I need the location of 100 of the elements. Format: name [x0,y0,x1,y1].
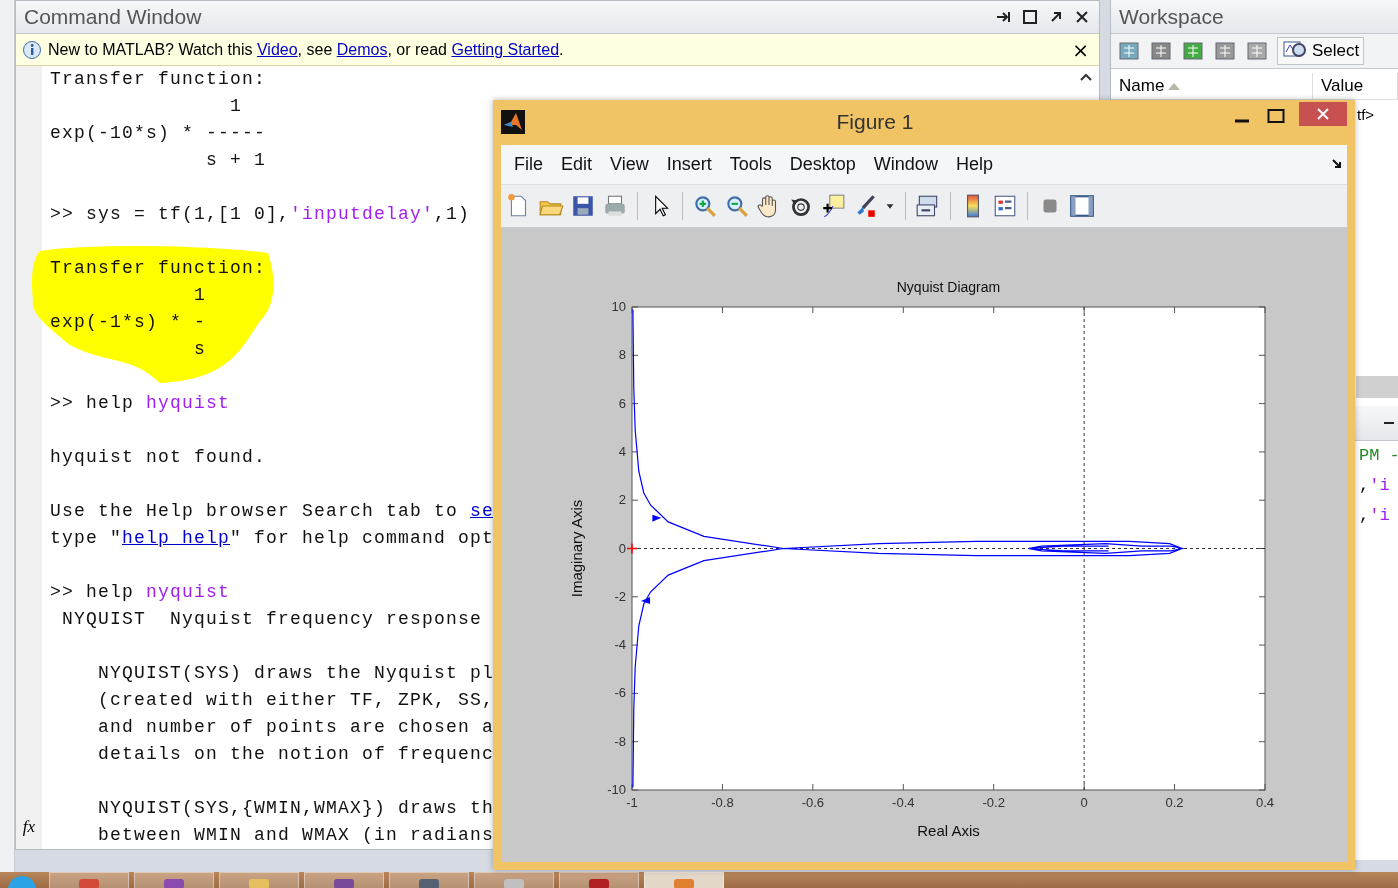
import-icon[interactable] [1181,39,1205,63]
y-tick-label: 8 [618,347,626,363]
taskbar-button[interactable] [304,872,384,888]
console-line: exp(-10*s) * ----- [49,122,267,145]
taskbar-button[interactable] [49,872,129,888]
console-line: >> help nyquist [49,581,231,604]
edit-icon[interactable] [1149,39,1173,63]
zoom-in-button[interactable] [692,193,718,220]
y-tick-label: -10 [607,782,626,797]
history-line[interactable]: PM - [1359,441,1398,471]
y-tick-label: 2 [618,492,626,508]
copy-icon[interactable] [1213,39,1237,63]
app-logo-icon [501,110,525,135]
zoom-out-button[interactable] [724,193,750,220]
console-line: NYQUIST Nyquist frequency response [61,608,483,631]
history-line[interactable]: ,'i [1359,471,1390,501]
menu-item[interactable]: View [601,154,658,175]
console-line: 1 [229,95,243,118]
console-line: (created with either TF, ZPK, SS, [97,689,495,712]
new-variable-icon[interactable] [1117,39,1141,63]
x-tick-label: -1 [626,795,638,810]
y-tick-label: 4 [618,443,626,459]
taskbar-button[interactable] [134,872,214,888]
y-tick-label: 6 [618,395,626,411]
banner-message: New to MATLAB? Watch this Video, see Demos, or read Getting Started. [48,40,565,59]
scroll-bar[interactable] [1356,376,1398,398]
console-line: Use the Help browser Search tab to se [49,500,495,523]
console-line: >> help hyquist [49,392,231,415]
console-line: hyquist not found. [49,446,267,469]
taskbar-button[interactable] [559,872,639,888]
console-line: NYQUIST(SYS) draws the Nyquist pl [97,662,495,685]
menu-item[interactable]: File [505,154,552,175]
close-icon [1315,106,1331,122]
console-line: type "help help" for help command opt [49,527,495,550]
menu-item[interactable]: Insert [657,154,721,175]
maximize-button[interactable] [1021,8,1039,27]
console-line: NYQUIST(SYS,{WMIN,WMAX}) draws th [97,797,495,820]
function-button[interactable]: fx [22,817,36,837]
delete-icon[interactable] [1245,39,1269,63]
y-axis-label: Imaginary Axis [568,499,585,598]
critical-point-marker [626,542,638,555]
arrowhead [641,597,651,605]
x-tick-label: -0.8 [711,795,734,810]
taskbar-button[interactable] [644,872,724,888]
y-tick-label: -6 [614,685,626,701]
info-icon [22,39,42,60]
scroll-up-icon[interactable] [1079,72,1093,82]
x-tick-label: -0.4 [892,795,915,810]
dock-arrow-icon[interactable] [1331,158,1343,171]
help-link[interactable]: help help [122,528,231,548]
data-cursor-button[interactable] [820,193,846,220]
panel-title: Workspace [1119,4,1225,29]
maximize-icon [1267,108,1285,124]
y-tick-label: 10 [611,299,626,314]
console-line: s + 1 [205,149,267,172]
column-header[interactable]: Name [1119,76,1181,96]
menu-item[interactable]: Desktop [780,154,865,175]
y-tick-label: 0 [618,540,626,556]
x-tick-label: -0.2 [982,795,1005,810]
window-button[interactable] [1069,193,1095,220]
arrowhead [652,514,662,522]
console-line: between WMIN and WMAX (in radians [97,824,495,847]
x-tick-label: 0.4 [1255,795,1275,810]
menu-item[interactable]: Edit [552,154,602,175]
caret-icon [886,203,894,209]
y-tick-label: -4 [614,637,626,653]
x-tick-label: -0.6 [801,795,825,810]
console-line: 1 [193,284,207,307]
data-cursor-icon [820,193,846,220]
menu-item[interactable]: Tools [720,154,781,175]
menu-item[interactable]: Help [946,154,1002,175]
history-line[interactable]: ,'i [1359,501,1390,531]
zoom-in-icon [692,193,718,220]
select-button[interactable]: Select [1277,37,1365,65]
console-line: s [193,338,207,361]
y-tick-label: -2 [614,588,626,604]
console-line: >> sys = tf(1,[1 0],'inputdelay',1) [49,203,471,226]
column-header[interactable]: Value [1321,76,1364,96]
chart-title: Nyquist Diagram [896,279,1001,295]
zoom-out-icon [724,193,750,220]
minimize-icon [1234,119,1250,123]
console-line: and number of points are chosen a [97,716,495,739]
console-line: details on the notion of frequenc [97,743,495,766]
console-line: Transfer function: [49,257,267,280]
console-line: Transfer function: [49,68,267,91]
y-tick-label: -8 [614,733,626,749]
banner-link[interactable]: Demos [336,40,388,58]
table-cell: tf> [1357,105,1375,123]
console-line: exp(-1*s) * - [49,311,207,334]
maximize-icon [1021,8,1039,27]
banner-link[interactable]: Video [256,40,298,58]
window-title: Figure 1 [835,110,915,135]
x-tick-label: 0.2 [1165,795,1184,810]
close-button[interactable]: × [1068,37,1093,62]
panel-title: Command Window [24,5,203,30]
help-link[interactable]: se [470,501,495,521]
x-axis-label: Real Axis [917,822,980,839]
menu-item[interactable]: Window [864,154,947,175]
banner-link[interactable]: Getting Started [451,40,560,58]
taskbar-button[interactable] [389,872,469,888]
